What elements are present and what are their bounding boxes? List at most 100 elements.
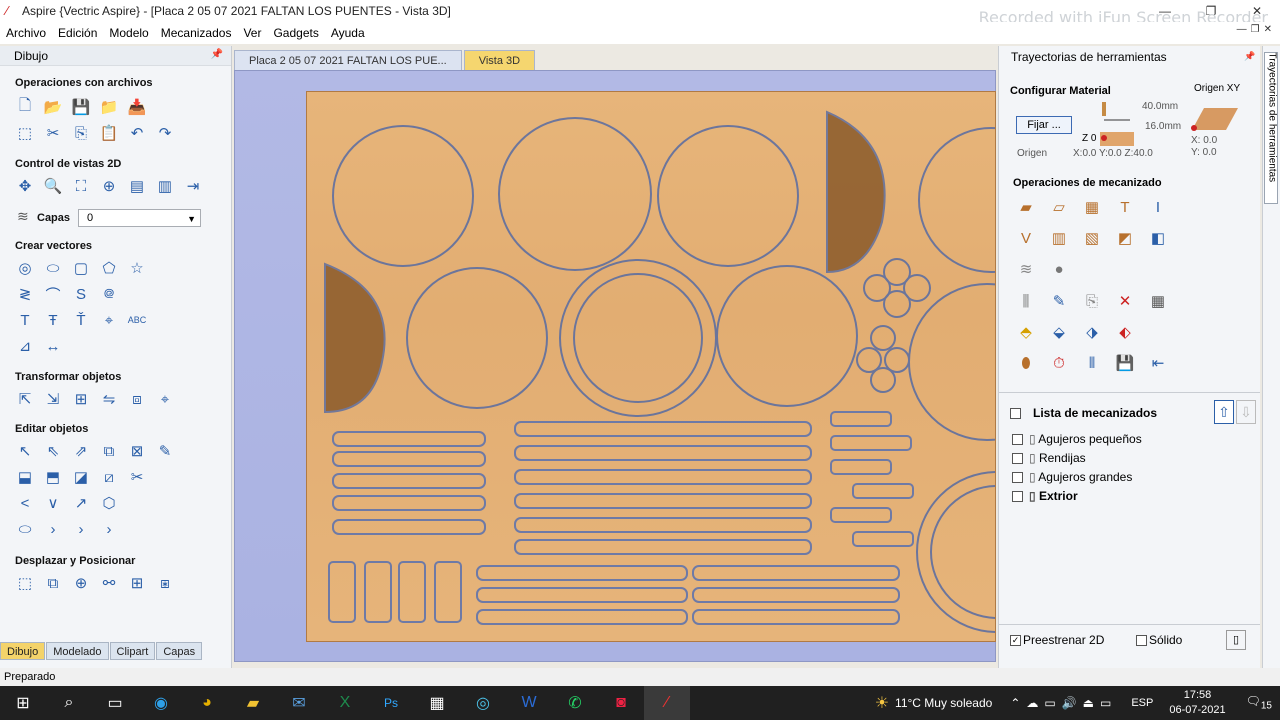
view-toggle-icon[interactable]: ⇥ — [182, 176, 204, 196]
mirror-icon[interactable]: ⇋ — [98, 389, 120, 409]
align-icon[interactable]: ⊞ — [70, 389, 92, 409]
text-icon[interactable]: T — [14, 310, 36, 330]
group-icon[interactable]: ⧉ — [98, 441, 120, 461]
copy-along-icon[interactable]: ⚯ — [98, 573, 120, 593]
recorder-app-icon[interactable]: ◙ — [598, 686, 644, 720]
menu-ayuda[interactable]: Ayuda — [325, 26, 371, 40]
nest-icon[interactable]: ⊕ — [70, 573, 92, 593]
menu-gadgets[interactable]: Gadgets — [267, 26, 324, 40]
select-pointer-icon[interactable]: ↖ — [14, 441, 36, 461]
copy-icon[interactable]: ⎘ — [70, 123, 92, 143]
grid-array-icon[interactable]: ⊞ — [126, 573, 148, 593]
smooth-icon[interactable]: ↗ — [70, 493, 92, 513]
cleaner-icon[interactable]: ◎ — [460, 686, 506, 720]
text-abc-icon[interactable]: ABC — [126, 310, 148, 330]
view-layout-icon[interactable]: ▥ — [154, 176, 176, 196]
simulate-icon[interactable]: ⬮ — [1014, 352, 1038, 374]
arc-icon[interactable]: ⌒ — [42, 284, 64, 304]
move-down-icon[interactable]: ⇩ — [1236, 400, 1256, 424]
pocket-toolpath-icon[interactable]: ▱ — [1047, 196, 1071, 218]
solid-option[interactable]: Sólido — [1136, 633, 1182, 647]
delete-toolpath-icon[interactable]: ✕ — [1113, 290, 1137, 312]
profile-toolpath-icon[interactable]: ▰ — [1014, 196, 1038, 218]
language-indicator[interactable]: ESP — [1131, 697, 1153, 709]
fluting-toolpath-icon[interactable]: ▧ — [1080, 227, 1104, 249]
subtract-icon[interactable]: ⬒ — [42, 467, 64, 487]
engrave-toolpath-icon[interactable]: I — [1146, 196, 1170, 218]
vcarve-toolpath-icon[interactable]: V — [1014, 227, 1038, 249]
chrome-icon[interactable]: ◕ — [184, 686, 230, 720]
preview-2d-option[interactable]: ✓ Preestrenar 2D — [1010, 633, 1104, 647]
polygon-icon[interactable]: ⬠ — [98, 258, 120, 278]
toolpath-checkbox[interactable] — [1012, 472, 1023, 484]
paste-icon[interactable]: 📋 — [98, 123, 120, 143]
tab-dibujo[interactable]: Dibujo — [0, 642, 46, 660]
new-file-icon[interactable]: 🗋 — [14, 97, 36, 117]
circle-icon[interactable]: ◎ — [14, 258, 36, 278]
text-box-icon[interactable]: Ŧ — [42, 310, 64, 330]
spiral-icon[interactable]: ᪤ — [98, 284, 120, 304]
star-icon[interactable]: ☆ — [126, 258, 148, 278]
tab-modelado[interactable]: Modelado — [46, 642, 109, 660]
select-all-checkbox[interactable] — [1010, 408, 1021, 420]
node-edit-icon[interactable]: ⇖ — [42, 441, 64, 461]
merge-toolpath-icon[interactable]: ⬘ — [1014, 321, 1038, 343]
aspire-app-icon[interactable]: ⁄ — [644, 686, 690, 720]
export-toolpath-icon[interactable]: ⇤ — [1146, 352, 1170, 374]
tab-icon[interactable]: ⬡ — [98, 493, 120, 513]
toolpath-item[interactable]: ▯ Agujeros grandes — [1012, 470, 1132, 484]
menu-ver[interactable]: Ver — [237, 26, 267, 40]
zoom-selection-icon[interactable]: ⊕ — [98, 176, 120, 196]
panel-options-icon[interactable]: ▯ — [1226, 630, 1246, 650]
drilling-toolpath-icon[interactable]: ▦ — [1080, 196, 1104, 218]
curve-icon[interactable]: S — [70, 284, 92, 304]
zoom-extents-icon[interactable]: ⛶ — [70, 176, 92, 196]
fillet-icon[interactable]: ⧄ — [98, 467, 120, 487]
task-view-icon[interactable]: ▭ — [92, 686, 138, 720]
zoom-icon[interactable]: 🔍 — [42, 176, 64, 196]
preview-2d-checkbox[interactable]: ✓ — [1010, 635, 1021, 647]
finishing-toolpath-icon[interactable]: ● — [1047, 258, 1071, 280]
transform-icon[interactable]: ⧈ — [126, 389, 148, 409]
vertical-toolpaths-tab[interactable]: Trayectorias de herramientas — [1264, 52, 1278, 204]
undo-icon[interactable]: ↶ — [126, 123, 148, 143]
tray-icons[interactable]: ⌃☁▭🔊⏏▭ — [1010, 696, 1117, 710]
join-icon[interactable]: ∨ — [42, 493, 64, 513]
roughing-toolpath-icon[interactable]: ≋ — [1014, 258, 1038, 280]
move-up-icon[interactable]: ⇧ — [1214, 400, 1234, 424]
weather-icon[interactable]: ☀ — [875, 693, 889, 713]
toolpath-item[interactable]: ▯ Extrior — [1012, 489, 1078, 503]
merge4-toolpath-icon[interactable]: ⬖ — [1113, 321, 1137, 343]
arc-fit-icon[interactable]: › — [42, 519, 64, 539]
cut-icon[interactable]: ✂ — [42, 123, 64, 143]
toolpath-item[interactable]: ▯ Rendijas — [1012, 451, 1086, 465]
mdi-buttons[interactable]: —❐✕ — [1237, 24, 1276, 35]
ellipse-icon[interactable]: ⬭ — [42, 258, 64, 278]
import-icon[interactable]: 📥 — [126, 97, 148, 117]
menu-edicion[interactable]: Edición — [52, 26, 103, 40]
close-vector-icon[interactable]: ⬭ — [14, 519, 36, 539]
polyline-icon[interactable]: ≷ — [14, 284, 36, 304]
windows-start-icon[interactable]: ⊞ — [0, 686, 46, 720]
pan-icon[interactable]: ✥ — [14, 176, 36, 196]
save-toolpath-icon[interactable]: 💾 — [1113, 352, 1137, 374]
calculator-icon[interactable]: ▦ — [1146, 290, 1170, 312]
file-explorer-icon[interactable]: ▰ — [230, 686, 276, 720]
text-arc-icon[interactable]: ⌖ — [98, 310, 120, 330]
material-board[interactable] — [306, 91, 996, 642]
ungroup-icon[interactable]: ⊠ — [126, 441, 148, 461]
edge-icon[interactable]: ◉ — [138, 686, 184, 720]
scale-icon[interactable]: ⇲ — [42, 389, 64, 409]
rectangle-icon[interactable]: ▢ — [70, 258, 92, 278]
menu-archivo[interactable]: Archivo — [0, 26, 52, 40]
transform-pointer-icon[interactable]: ⇗ — [70, 441, 92, 461]
save-icon[interactable]: 💾 — [70, 97, 92, 117]
pin-icon[interactable]: 📌 — [211, 49, 223, 60]
moulding-toolpath-icon[interactable]: ◧ — [1146, 227, 1170, 249]
toolpath-checkbox[interactable] — [1012, 491, 1023, 503]
tab-2d-document[interactable]: Placa 2 05 07 2021 FALTAN LOS PUE... — [234, 50, 462, 70]
scissors-icon[interactable]: ✂ — [126, 467, 148, 487]
position-icon[interactable]: ⬚ — [14, 573, 36, 593]
solid-checkbox[interactable] — [1136, 635, 1147, 647]
prism-toolpath-icon[interactable]: ◩ — [1113, 227, 1137, 249]
